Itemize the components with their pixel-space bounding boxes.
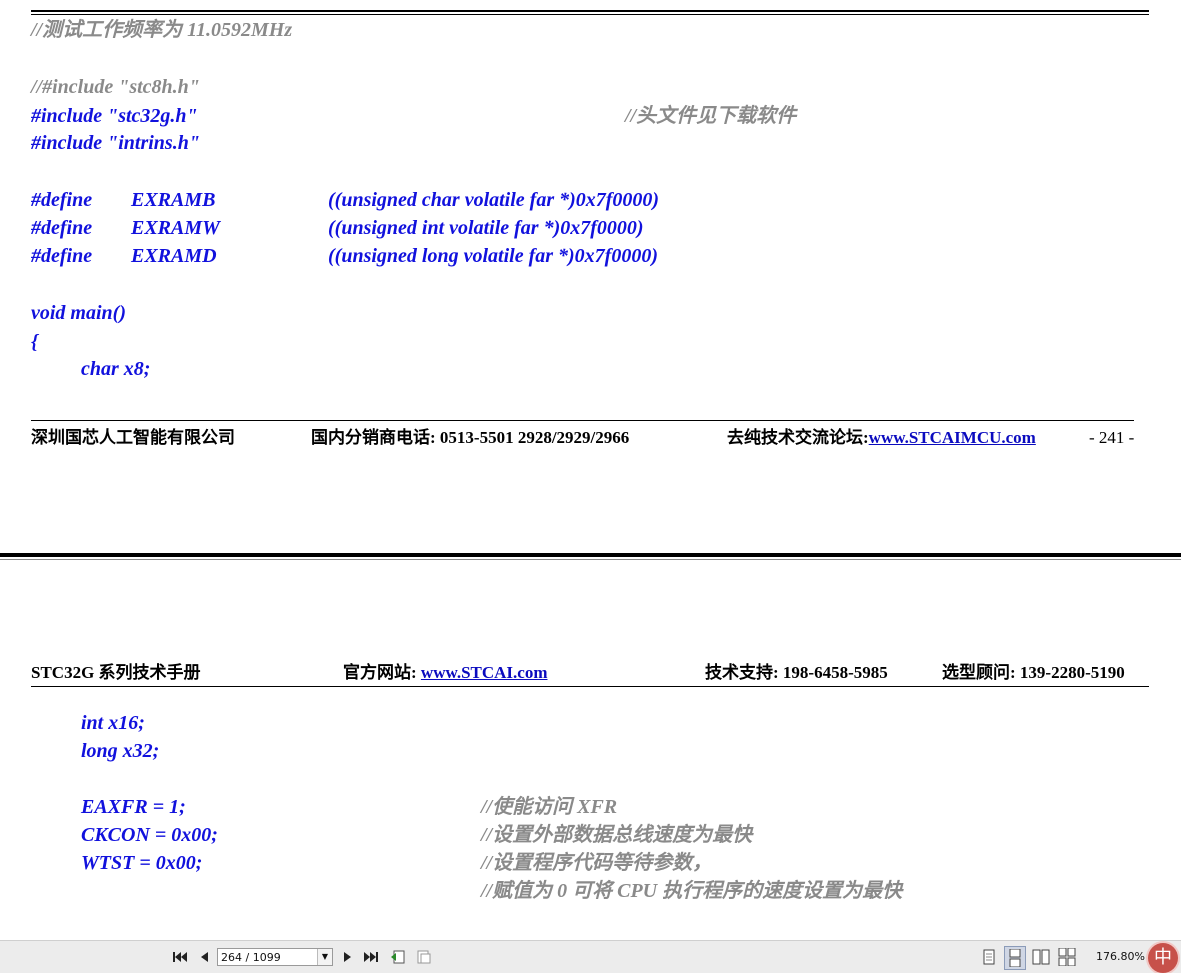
main-declaration: void main() xyxy=(31,302,126,324)
header-site-label: 官方网站: xyxy=(343,663,421,682)
page-number: - 241 - xyxy=(1089,428,1135,447)
header-site: 官方网站: www.STCAI.com xyxy=(343,662,547,684)
freq-comment: //测试工作频率为 11.0592MHz xyxy=(31,19,293,41)
forward-view-icon[interactable] xyxy=(415,947,433,967)
code-line-ckcon: CKCON = 0x00; xyxy=(81,824,218,846)
include-stc8h-line: //#include "stc8h.h" xyxy=(31,76,200,98)
header-support: 技术支持: 198-6458-5985 xyxy=(705,663,888,682)
footer-rule xyxy=(31,420,1134,421)
top-header-rule xyxy=(31,10,1149,12)
include-comment: //头文件见下载软件 xyxy=(625,105,797,127)
var-x32-line: long x32; xyxy=(81,740,160,762)
define-name: EXRAMB xyxy=(131,189,216,211)
comment-cpu-speed: //赋值为 0 可将 CPU 执行程序的速度设置为最快 xyxy=(481,880,903,902)
page-separator xyxy=(0,553,1181,557)
header-manual-title: STC32G 系列技术手册 xyxy=(31,663,201,682)
zoom-level[interactable]: 176.80% xyxy=(1096,950,1145,963)
page-number-field[interactable]: 264 / 1099 ▼ xyxy=(217,948,333,966)
code-line-eaxfr: EAXFR = 1; xyxy=(81,796,186,818)
var-x8-line: char x8; xyxy=(81,358,151,380)
include-stc32g-line: #include "stc32g.h" xyxy=(31,105,198,127)
header-rule xyxy=(31,686,1149,687)
top-header-rule-thin xyxy=(31,14,1149,15)
first-page-icon[interactable] xyxy=(172,947,188,967)
comment-ckcon: //设置外部数据总线速度为最快 xyxy=(481,824,753,846)
footer-phone: 国内分销商电话: 0513-5501 2928/2929/2966 xyxy=(311,428,630,447)
prev-page-icon[interactable] xyxy=(197,947,211,967)
define-keyword: #define xyxy=(31,189,93,211)
define-name: EXRAMD xyxy=(131,245,217,267)
footer-company: 深圳国芯人工智能有限公司 xyxy=(31,428,235,447)
single-page-icon[interactable] xyxy=(981,947,997,967)
page-separator-shadow xyxy=(0,559,1181,560)
comment-wtst: //设置程序代码等待参数， xyxy=(481,852,713,874)
include-intrins-line: #include "intrins.h" xyxy=(31,132,200,154)
page-dropdown-icon[interactable]: ▼ xyxy=(317,949,332,965)
comment-eaxfr: //使能访问 XFR xyxy=(481,796,618,818)
open-brace: { xyxy=(31,331,38,353)
define-keyword: #define xyxy=(31,245,93,267)
page-number-value: 264 / 1099 xyxy=(221,951,281,964)
ime-indicator[interactable]: 中 xyxy=(1148,943,1178,973)
footer-forum: 去纯技术交流论坛:www.STCAIMCU.com xyxy=(727,427,1036,449)
footer-forum-label: 去纯技术交流论坛: xyxy=(727,428,869,447)
last-page-icon[interactable] xyxy=(363,947,379,967)
back-view-icon[interactable] xyxy=(389,947,407,967)
header-advisor: 选型顾问: 139-2280-5190 xyxy=(942,663,1125,682)
define-name: EXRAMW xyxy=(131,217,220,239)
code-line-wtst: WTST = 0x00; xyxy=(81,852,203,874)
viewer-statusbar: 264 / 1099 ▼ 176.80% 中 xyxy=(0,940,1181,973)
facing-continuous-icon[interactable] xyxy=(1057,947,1077,967)
continuous-page-icon[interactable] xyxy=(1004,946,1026,970)
define-value: ((unsigned long volatile far *)0x7f0000) xyxy=(328,245,658,267)
facing-page-icon[interactable] xyxy=(1031,947,1051,967)
footer-forum-link[interactable]: www.STCAIMCU.com xyxy=(869,428,1036,447)
define-value: ((unsigned char volatile far *)0x7f0000) xyxy=(328,189,660,211)
define-value: ((unsigned int volatile far *)0x7f0000) xyxy=(328,217,644,239)
header-site-link[interactable]: www.STCAI.com xyxy=(421,663,548,682)
next-page-icon[interactable] xyxy=(341,947,355,967)
var-x16-line: int x16; xyxy=(81,712,145,734)
define-keyword: #define xyxy=(31,217,93,239)
